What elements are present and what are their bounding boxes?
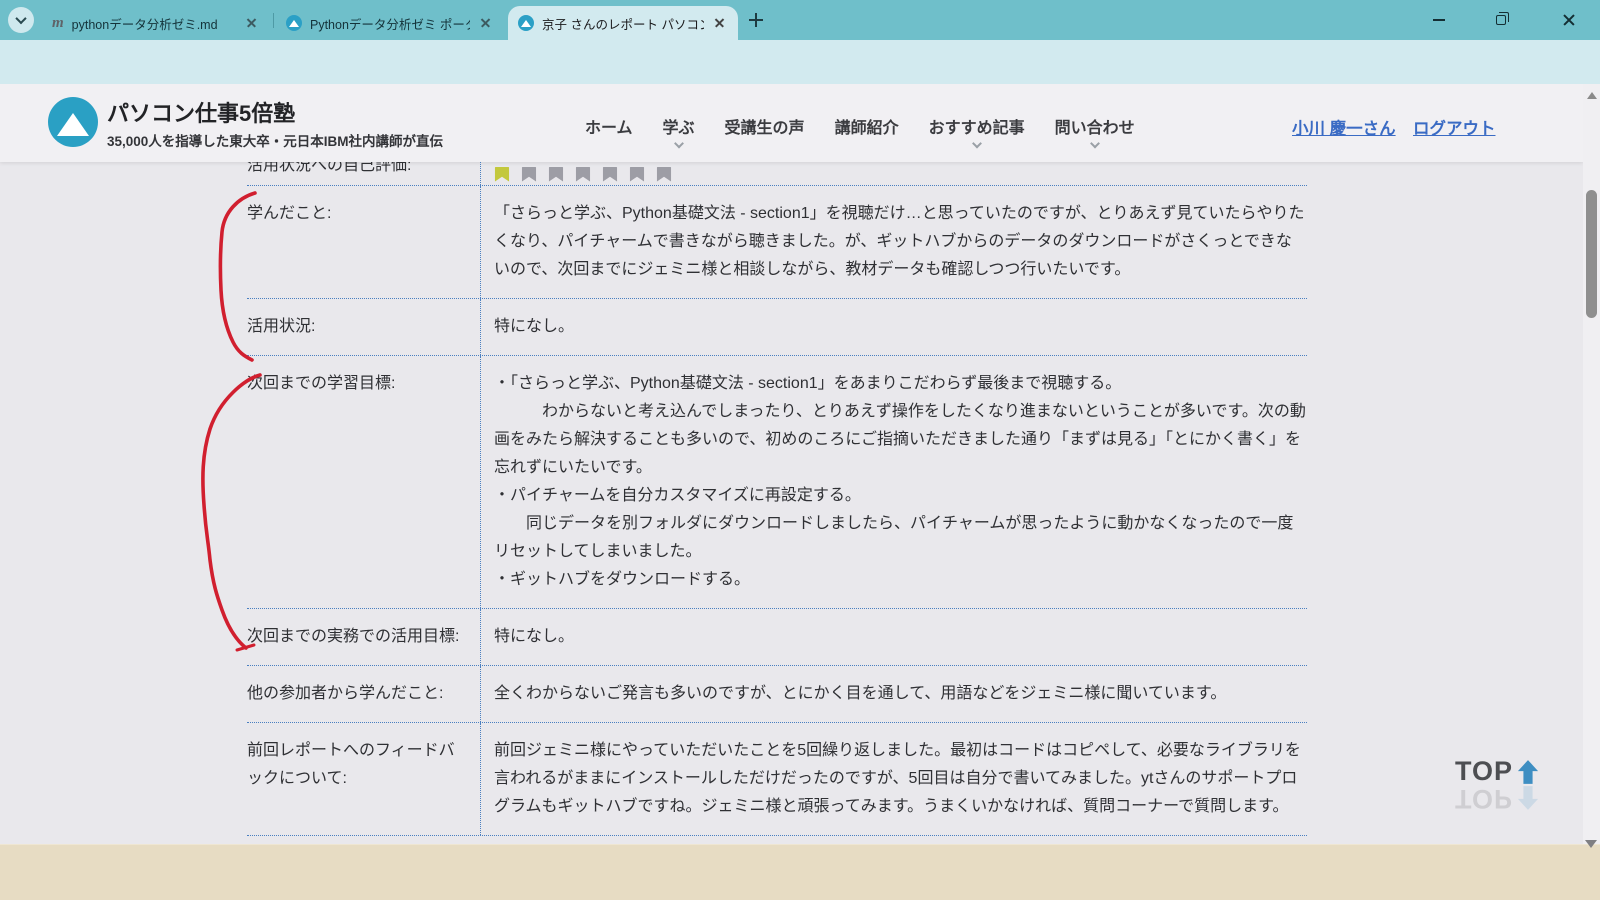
close-icon <box>1562 13 1576 27</box>
tab-title: Pythonデータ分析ゼミ ポータルトップ <box>310 14 470 33</box>
nav-label: 問い合わせ <box>1055 120 1135 137</box>
scrollbar-thumb[interactable] <box>1586 190 1597 318</box>
back-to-top-button[interactable]: TOP TOP <box>1452 756 1542 814</box>
report-row-feedback: 前回レポートへのフィードバックについて: 前回ジェミニ様にやっていただいたことを… <box>247 723 1307 836</box>
report-row-practical-goals: 次回までの実務での活用目標: 特になし。 <box>247 609 1307 666</box>
markdown-favicon-icon: m <box>52 15 64 32</box>
restore-icon <box>1496 15 1506 25</box>
row-value <box>480 162 1307 185</box>
top-reflection: TOP <box>1452 783 1542 814</box>
nav-item-instructors[interactable]: 講師紹介 <box>835 114 899 138</box>
report-row-rating: 活用状況への自己評価: <box>247 162 1307 186</box>
nav-item-home[interactable]: ホーム <box>585 114 633 138</box>
tab-close-icon[interactable] <box>712 15 728 31</box>
row-label: 次回までの実務での活用目標: <box>247 609 480 665</box>
rating-stars[interactable] <box>494 164 1307 184</box>
tab-title: pythonデータ分析ゼミ.md <box>72 14 236 33</box>
window-close-button[interactable] <box>1546 0 1592 40</box>
site-favicon-icon <box>286 15 302 31</box>
row-value: 全くわからないご発言も多いのですが、とにかく目を通して、用語などをジェミニ様に聞… <box>480 666 1307 722</box>
tab-close-icon[interactable] <box>244 15 260 31</box>
star-empty-icon[interactable] <box>629 167 645 182</box>
site-header: パソコン仕事5倍塾 35,000人を指導した東大卒・元日本IBM社内講師が直伝 … <box>0 84 1583 162</box>
browser-tab-1[interactable]: m pythonデータ分析ゼミ.md <box>42 6 270 40</box>
windows-taskbar: 検索 k >_ X <box>0 844 1600 900</box>
row-label: 前回レポートへのフィードバックについて: <box>247 723 480 835</box>
star-empty-icon[interactable] <box>656 167 672 182</box>
user-account-link[interactable]: 小川 慶一さん <box>1292 115 1396 139</box>
row-label: 次回までの学習目標: <box>247 356 480 608</box>
nav-label: 学ぶ <box>663 120 695 137</box>
up-arrow-icon <box>1517 759 1539 785</box>
new-tab-button[interactable] <box>744 8 768 32</box>
window-minimize-button[interactable] <box>1416 0 1462 40</box>
screen: { "browser": { "tabs": [ { "favicon_text… <box>0 0 1600 900</box>
web-page: パソコン仕事5倍塾 35,000人を指導した東大卒・元日本IBM社内講師が直伝 … <box>0 84 1600 844</box>
site-favicon-icon <box>518 15 534 31</box>
row-value: 特になし。 <box>480 299 1307 355</box>
site-logo-icon[interactable] <box>48 97 98 147</box>
chevron-down-icon <box>1090 139 1100 149</box>
report-row-learned: 学んだこと: 「さらっと学ぶ、Python基礎文法 - section1」を視聴… <box>247 186 1307 299</box>
minimize-icon <box>1433 19 1445 21</box>
report-table: 活用状況への自己評価: 学んだこと: 「さらっと学ぶ、Python基礎文法 - … <box>247 162 1307 836</box>
tab-title: 京子 さんのレポート パソコン仕事 5 <box>542 14 704 33</box>
chevron-down-icon <box>674 139 684 149</box>
row-label: 活用状況への自己評価: <box>247 162 480 185</box>
row-label: 他の参加者から学んだこと: <box>247 666 480 722</box>
row-value: 前回ジェミニ様にやっていただいたことを5回繰り返しました。最初はコードはコピペし… <box>480 723 1307 835</box>
chevron-down-icon <box>972 139 982 149</box>
row-value: ・「さらっと学ぶ、Python基礎文法 - section1」をあまりこだわらず… <box>480 356 1307 608</box>
browser-tab-2[interactable]: Pythonデータ分析ゼミ ポータルトップ <box>276 6 504 40</box>
scrollbar-up-arrow-icon[interactable] <box>1587 92 1597 99</box>
tab-search-button[interactable] <box>8 7 34 33</box>
row-label: 学んだこと: <box>247 186 480 298</box>
report-row-usage: 活用状況: 特になし。 <box>247 299 1307 356</box>
main-nav: ホーム 学ぶ 受講生の声 講師紹介 おすすめ記事 問い合わせ <box>585 114 1135 138</box>
report-row-from-others: 他の参加者から学んだこと: 全くわからないご発言も多いのですが、とにかく目を通し… <box>247 666 1307 723</box>
logout-link[interactable]: ログアウト <box>1413 115 1496 139</box>
nav-label: おすすめ記事 <box>929 120 1025 137</box>
browser-toolbar: forum.pc5bai.com/member/report/python-da… <box>0 40 1600 84</box>
browser-tab-active[interactable]: 京子 さんのレポート パソコン仕事 5 <box>508 6 738 40</box>
nav-label: 講師紹介 <box>835 120 899 137</box>
report-row-learning-goals: 次回までの学習目標: ・「さらっと学ぶ、Python基礎文法 - section… <box>247 356 1307 609</box>
window-restore-button[interactable] <box>1478 0 1524 40</box>
scrollbar-down-arrow-icon[interactable] <box>1585 840 1597 848</box>
star-filled-icon[interactable] <box>494 167 510 182</box>
nav-item-voices[interactable]: 受講生の声 <box>725 114 805 138</box>
nav-item-contact[interactable]: 問い合わせ <box>1055 114 1135 138</box>
star-empty-icon[interactable] <box>521 167 537 182</box>
row-value: 特になし。 <box>480 609 1307 665</box>
site-subtitle: 35,000人を指導した東大卒・元日本IBM社内講師が直伝 <box>107 130 443 150</box>
browser-tab-strip: m pythonデータ分析ゼミ.md Pythonデータ分析ゼミ ポータルトップ… <box>0 0 1600 40</box>
nav-label: ホーム <box>585 120 633 137</box>
chevron-down-icon <box>15 13 26 24</box>
star-empty-icon[interactable] <box>602 167 618 182</box>
page-scrollbar[interactable] <box>1583 84 1600 844</box>
nav-label: 受講生の声 <box>725 120 805 137</box>
tab-close-icon[interactable] <box>478 15 494 31</box>
top-label-reflection: TOP <box>1455 783 1513 814</box>
row-label: 活用状況: <box>247 299 480 355</box>
star-empty-icon[interactable] <box>575 167 591 182</box>
row-value: 「さらっと学ぶ、Python基礎文法 - section1」を視聴だけ…と思って… <box>480 186 1307 298</box>
site-title[interactable]: パソコン仕事5倍塾 <box>107 96 295 128</box>
nav-item-learn[interactable]: 学ぶ <box>663 114 695 138</box>
star-empty-icon[interactable] <box>548 167 564 182</box>
nav-item-articles[interactable]: おすすめ記事 <box>929 114 1025 138</box>
up-arrow-reflection-icon <box>1517 786 1539 812</box>
tab-divider <box>273 13 274 28</box>
